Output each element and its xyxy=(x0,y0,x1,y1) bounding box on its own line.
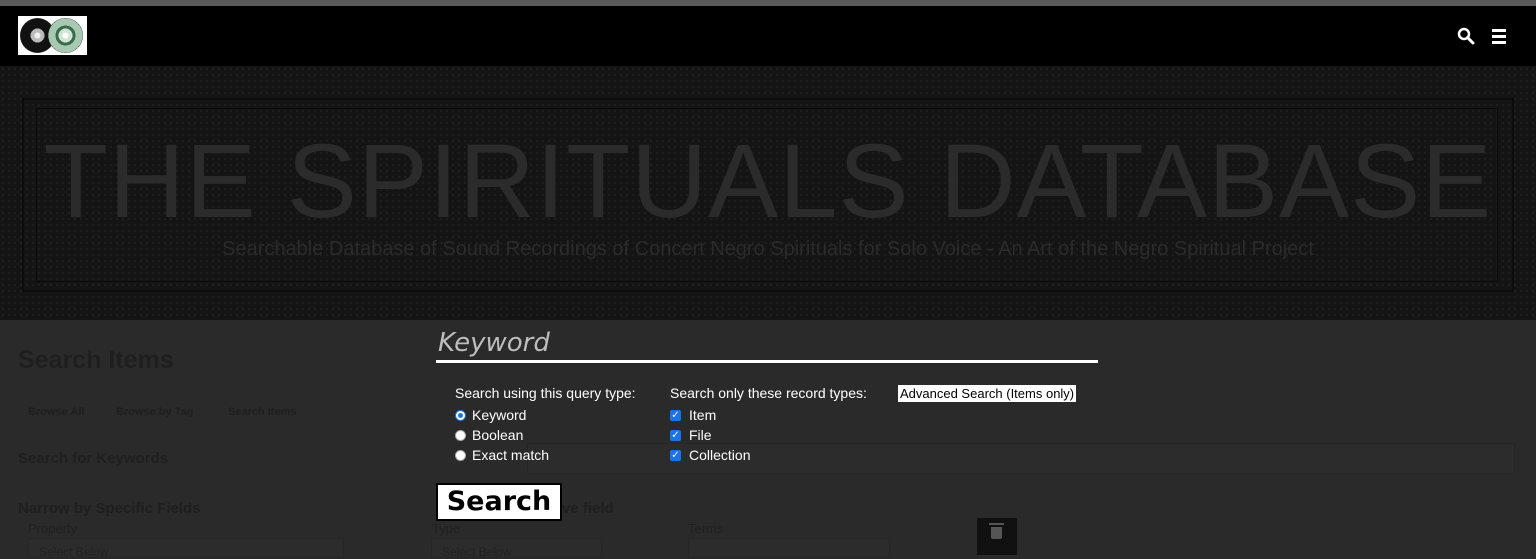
radio-icon[interactable] xyxy=(455,449,466,461)
terms-label: Terms xyxy=(688,521,724,536)
hero-subtitle: Searchable Database of Sound Recordings … xyxy=(222,238,1314,260)
terms-input[interactable] xyxy=(688,538,890,558)
radio-selected-icon[interactable] xyxy=(455,409,466,421)
query-type-exact-match[interactable]: Exact match xyxy=(455,445,636,465)
record-type-label: Item xyxy=(689,407,717,423)
compact-disc-icon xyxy=(48,18,83,53)
record-type-item[interactable]: ✓ Item xyxy=(670,405,867,425)
property-label: Property xyxy=(28,521,78,536)
checkbox-checked-icon[interactable]: ✓ xyxy=(670,409,681,421)
query-type-label: Boolean xyxy=(472,427,524,443)
nav-browse-all[interactable]: Browse All xyxy=(28,406,84,418)
trash-icon xyxy=(989,523,1004,539)
radio-icon[interactable] xyxy=(455,429,466,441)
remove-field-heading-fragment: ve field xyxy=(562,500,614,517)
record-type-file[interactable]: ✓ File xyxy=(670,425,867,445)
type-label: Type xyxy=(432,521,461,536)
record-type-collection[interactable]: ✓ Collection xyxy=(670,445,867,465)
search-icon[interactable] xyxy=(1457,27,1475,45)
record-type-label: File xyxy=(689,427,712,443)
page-title: Search Items xyxy=(18,346,174,374)
query-type-label: Exact match xyxy=(472,447,550,463)
narrow-heading: Narrow by Specific Fields xyxy=(18,500,201,517)
keyword-search-input[interactable] xyxy=(436,325,1098,363)
hamburger-menu-icon[interactable] xyxy=(1492,27,1506,45)
query-type-boolean[interactable]: Boolean xyxy=(455,425,636,445)
advanced-search-link[interactable]: Advanced Search (Items only) xyxy=(898,385,1077,402)
query-type-keyword[interactable]: Keyword xyxy=(455,405,636,425)
remove-field-button[interactable] xyxy=(977,518,1017,555)
keywords-heading: Search for Keywords xyxy=(18,450,169,467)
record-type-label: Collection xyxy=(689,447,751,463)
type-select[interactable]: Select Below xyxy=(431,538,602,559)
nav-search-items[interactable]: Search Items xyxy=(228,406,296,418)
checkbox-checked-icon[interactable]: ✓ xyxy=(670,429,681,441)
hero-title: THE SPIRITUALS DATABASE xyxy=(43,123,1493,240)
nav-browse-by-tag[interactable]: Browse by Tag xyxy=(116,406,193,418)
query-type-label: Keyword xyxy=(472,407,527,423)
checkbox-checked-icon[interactable]: ✓ xyxy=(670,449,681,461)
search-submit-button[interactable]: Search xyxy=(436,483,562,521)
hero-banner: THE SPIRITUALS DATABASE Searchable Datab… xyxy=(0,66,1536,320)
site-header xyxy=(0,6,1536,66)
query-type-group: Search using this query type: Keyword Bo… xyxy=(455,385,636,465)
site-logo[interactable] xyxy=(18,16,87,55)
property-select[interactable]: Select Below xyxy=(28,538,344,559)
query-type-legend: Search using this query type: xyxy=(455,385,636,401)
record-types-legend: Search only these record types: xyxy=(670,385,867,401)
record-types-group: Search only these record types: ✓ Item ✓… xyxy=(670,385,867,465)
